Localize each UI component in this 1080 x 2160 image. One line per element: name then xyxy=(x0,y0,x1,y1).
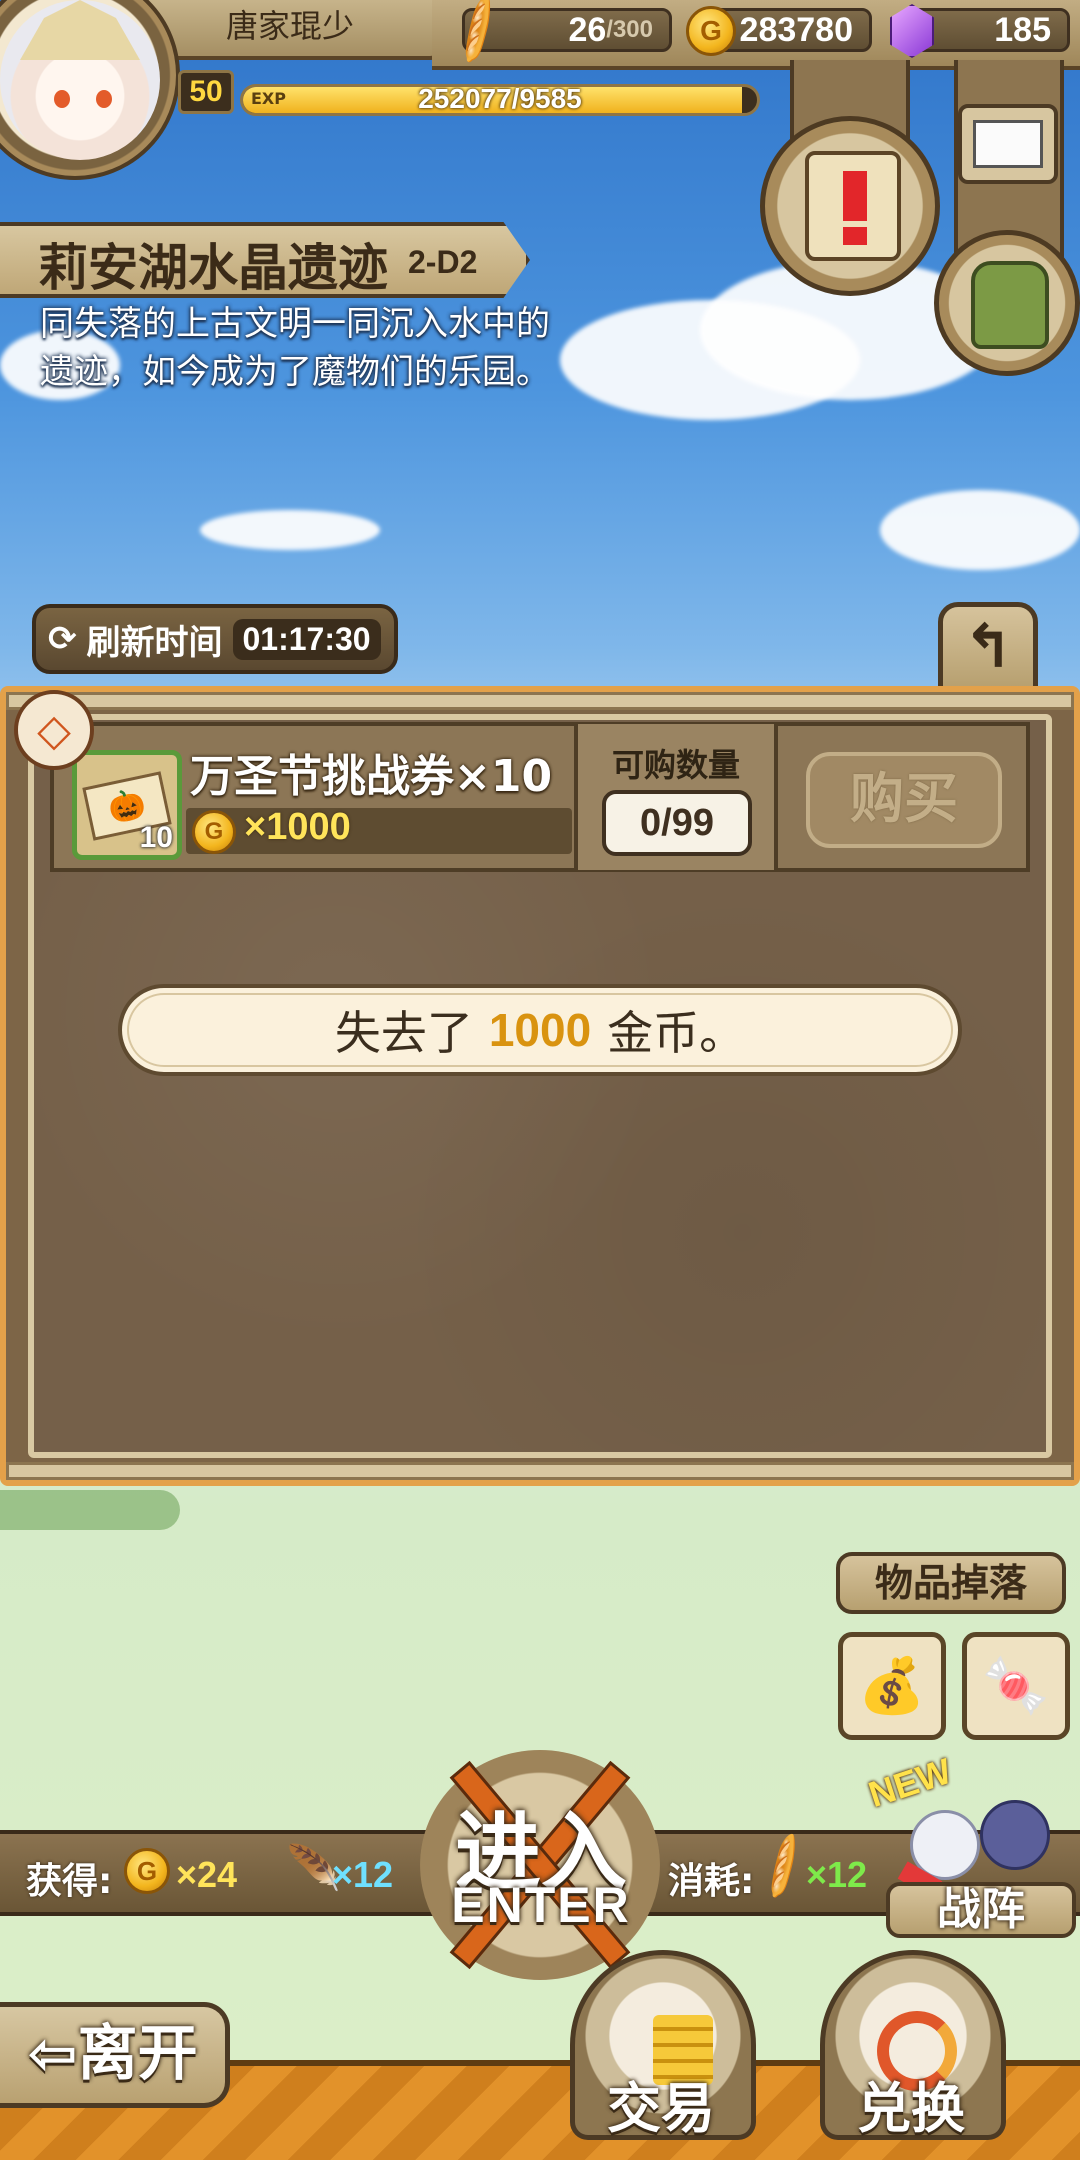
item-name: 万圣节挑战券×10 xyxy=(190,751,553,802)
refresh-label: 刷新时间 xyxy=(86,622,223,663)
item-count: 10 xyxy=(139,821,173,854)
mail-button[interactable] xyxy=(958,104,1058,184)
leave-button[interactable]: ⇦离开 xyxy=(0,2002,230,2108)
stamina-max: /300 xyxy=(606,16,653,43)
gold-gain: ×24 xyxy=(176,1854,238,1895)
avatar-eye xyxy=(96,90,112,108)
exclamation-dot xyxy=(843,227,867,245)
item-drop-title: 物品掉落 xyxy=(836,1552,1066,1614)
refresh-time: 01:17:30 xyxy=(232,618,381,660)
exchange-label: 兑换 xyxy=(857,2077,965,2140)
feather-gain: ×12 xyxy=(332,1854,394,1895)
toast-amount: 1000 xyxy=(488,1004,592,1056)
gain-label: 获得: xyxy=(26,1861,113,1902)
gold-coin-icon: G xyxy=(686,6,736,56)
stamina-value: 26 xyxy=(568,10,607,49)
left-arrow-icon: ⇦ xyxy=(27,2019,78,2089)
player-name: 唐家琨少 xyxy=(225,7,354,45)
avatar-eye xyxy=(54,90,70,108)
gold-coin-icon: G xyxy=(124,1848,170,1894)
gold-coin-icon: G xyxy=(192,810,236,854)
buy-button[interactable]: 购买 xyxy=(806,752,1002,848)
quantity-value: 0/99 xyxy=(602,790,752,856)
quantity-label: 可购数量 xyxy=(611,746,740,784)
shop-tag-icon: ◇ xyxy=(14,690,94,770)
trade-label: 交易 xyxy=(607,2077,715,2140)
quest-button[interactable] xyxy=(760,116,940,296)
toast-suffix: 金币。 xyxy=(607,1006,746,1060)
gem-value: 185 xyxy=(994,10,1051,49)
refresh-icon: ⟳ xyxy=(48,619,77,659)
envelope-icon xyxy=(973,120,1043,168)
backpack-icon xyxy=(971,261,1049,349)
scroll-icon xyxy=(805,151,901,261)
exp-bar: EXP 252077/9585 xyxy=(240,84,760,116)
cost-label: 消耗: xyxy=(668,1861,755,1902)
backpack-button[interactable] xyxy=(934,230,1080,376)
avatar[interactable] xyxy=(0,0,160,160)
knight-character-icon xyxy=(980,1800,1050,1870)
loot-bag-icon: 💰 xyxy=(858,1654,926,1717)
stamina-cost: ×12 xyxy=(806,1854,868,1895)
return-button[interactable]: ↰ xyxy=(938,602,1038,692)
stage-description-line: 同失落的上古文明一同沉入水中的 xyxy=(40,304,550,344)
enter-sublabel: ENTER xyxy=(451,1877,631,1933)
drop-slot[interactable]: 🍬 xyxy=(962,1632,1070,1740)
candy-icon: 🍬 xyxy=(982,1654,1050,1717)
stage-description-line: 遗迹，如今成为了魔物们的乐园。 xyxy=(40,352,550,392)
toast-message: 失去了 1000 金币。 xyxy=(118,984,962,1076)
panel-bottom-rail xyxy=(6,1462,1074,1480)
return-arrow-icon: ↰ xyxy=(962,612,1014,682)
panel-top-rail xyxy=(6,692,1074,710)
tree-shadow xyxy=(0,1490,180,1530)
player-level: 50 xyxy=(178,70,234,114)
item-slot[interactable]: 🎃 10 xyxy=(72,750,182,860)
gold-value: 283780 xyxy=(739,10,853,49)
toast-prefix: 失去了 xyxy=(334,1006,473,1060)
player-name-plate: 唐家琨少 xyxy=(140,0,440,60)
cloud xyxy=(880,490,1080,570)
stage-description: 同失落的上古文明一同沉入水中的 遗迹，如今成为了魔物们的乐园。 xyxy=(40,300,560,396)
item-price: ×1000 xyxy=(244,806,351,848)
leave-label: 离开 xyxy=(77,2019,198,2089)
formation-label: 战阵 xyxy=(886,1882,1076,1938)
stage-code: 2-D2 xyxy=(408,244,478,280)
cloud xyxy=(200,510,380,550)
exp-text: 252077/9585 xyxy=(418,84,582,114)
drop-slot[interactable]: 💰 xyxy=(838,1632,946,1740)
refresh-timer: ⟳ 刷新时间 01:17:30 xyxy=(32,604,398,674)
exclamation-icon xyxy=(843,171,867,221)
stage-name: 莉安湖水晶遗迹 xyxy=(38,239,388,297)
